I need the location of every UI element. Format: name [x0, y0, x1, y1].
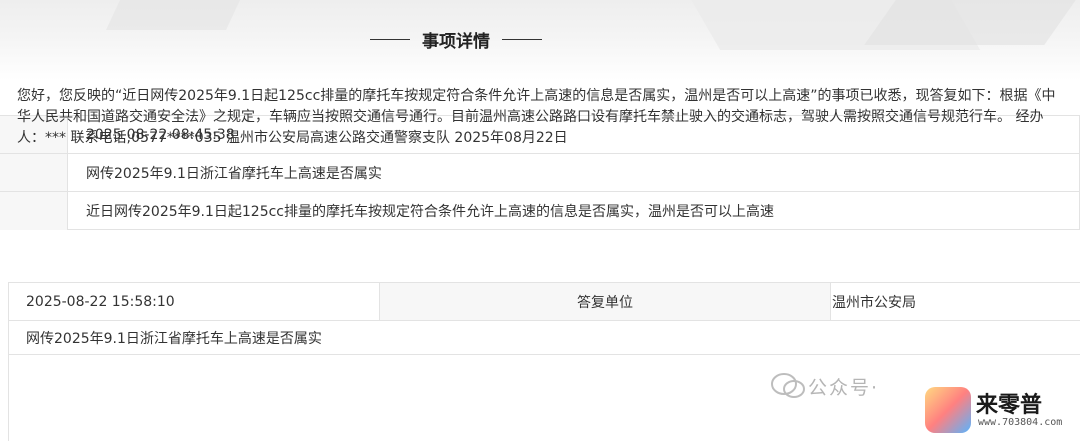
request-subject: 网传2025年9.1日浙江省摩托车上高速是否属实 [86, 165, 382, 182]
request-subject-row: 网传2025年9.1日浙江省摩托车上高速是否属实 [0, 154, 1080, 192]
reply-unit-label: 答复单位 [379, 283, 831, 320]
reply-time: 2025-08-22 15:58:10 [26, 293, 175, 310]
reply-subject: 网传2025年9.1日浙江省摩托车上高速是否属实 [9, 321, 1080, 355]
reply-unit: 温州市公安局 [832, 294, 916, 311]
section-title-text: 事项详情 [422, 31, 490, 52]
row-label-cell [0, 154, 68, 191]
title-rule-right [502, 38, 542, 40]
reply-table: 2025-08-22 15:58:10 答复单位 温州市公安局 网传2025年9… [8, 282, 1080, 441]
banner-decoration [106, 0, 254, 30]
title-rule-left [370, 38, 410, 40]
reply-body: 您好，您反映的“近日网传2025年9.1日起125cc排量的摩托车按规定符合条件… [17, 88, 1056, 146]
reply-meta-row: 2025-08-22 15:58:10 答复单位 温州市公安局 [9, 283, 1080, 321]
banner-decoration [864, 0, 1076, 45]
row-label-cell [0, 192, 68, 230]
request-content: 近日网传2025年9.1日起125cc排量的摩托车按规定符合条件允许上高速的信息… [86, 204, 775, 220]
section-title: 事项详情 [370, 27, 542, 52]
request-content-row: 近日网传2025年9.1日起125cc排量的摩托车按规定符合条件允许上高速的信息… [0, 192, 1080, 230]
